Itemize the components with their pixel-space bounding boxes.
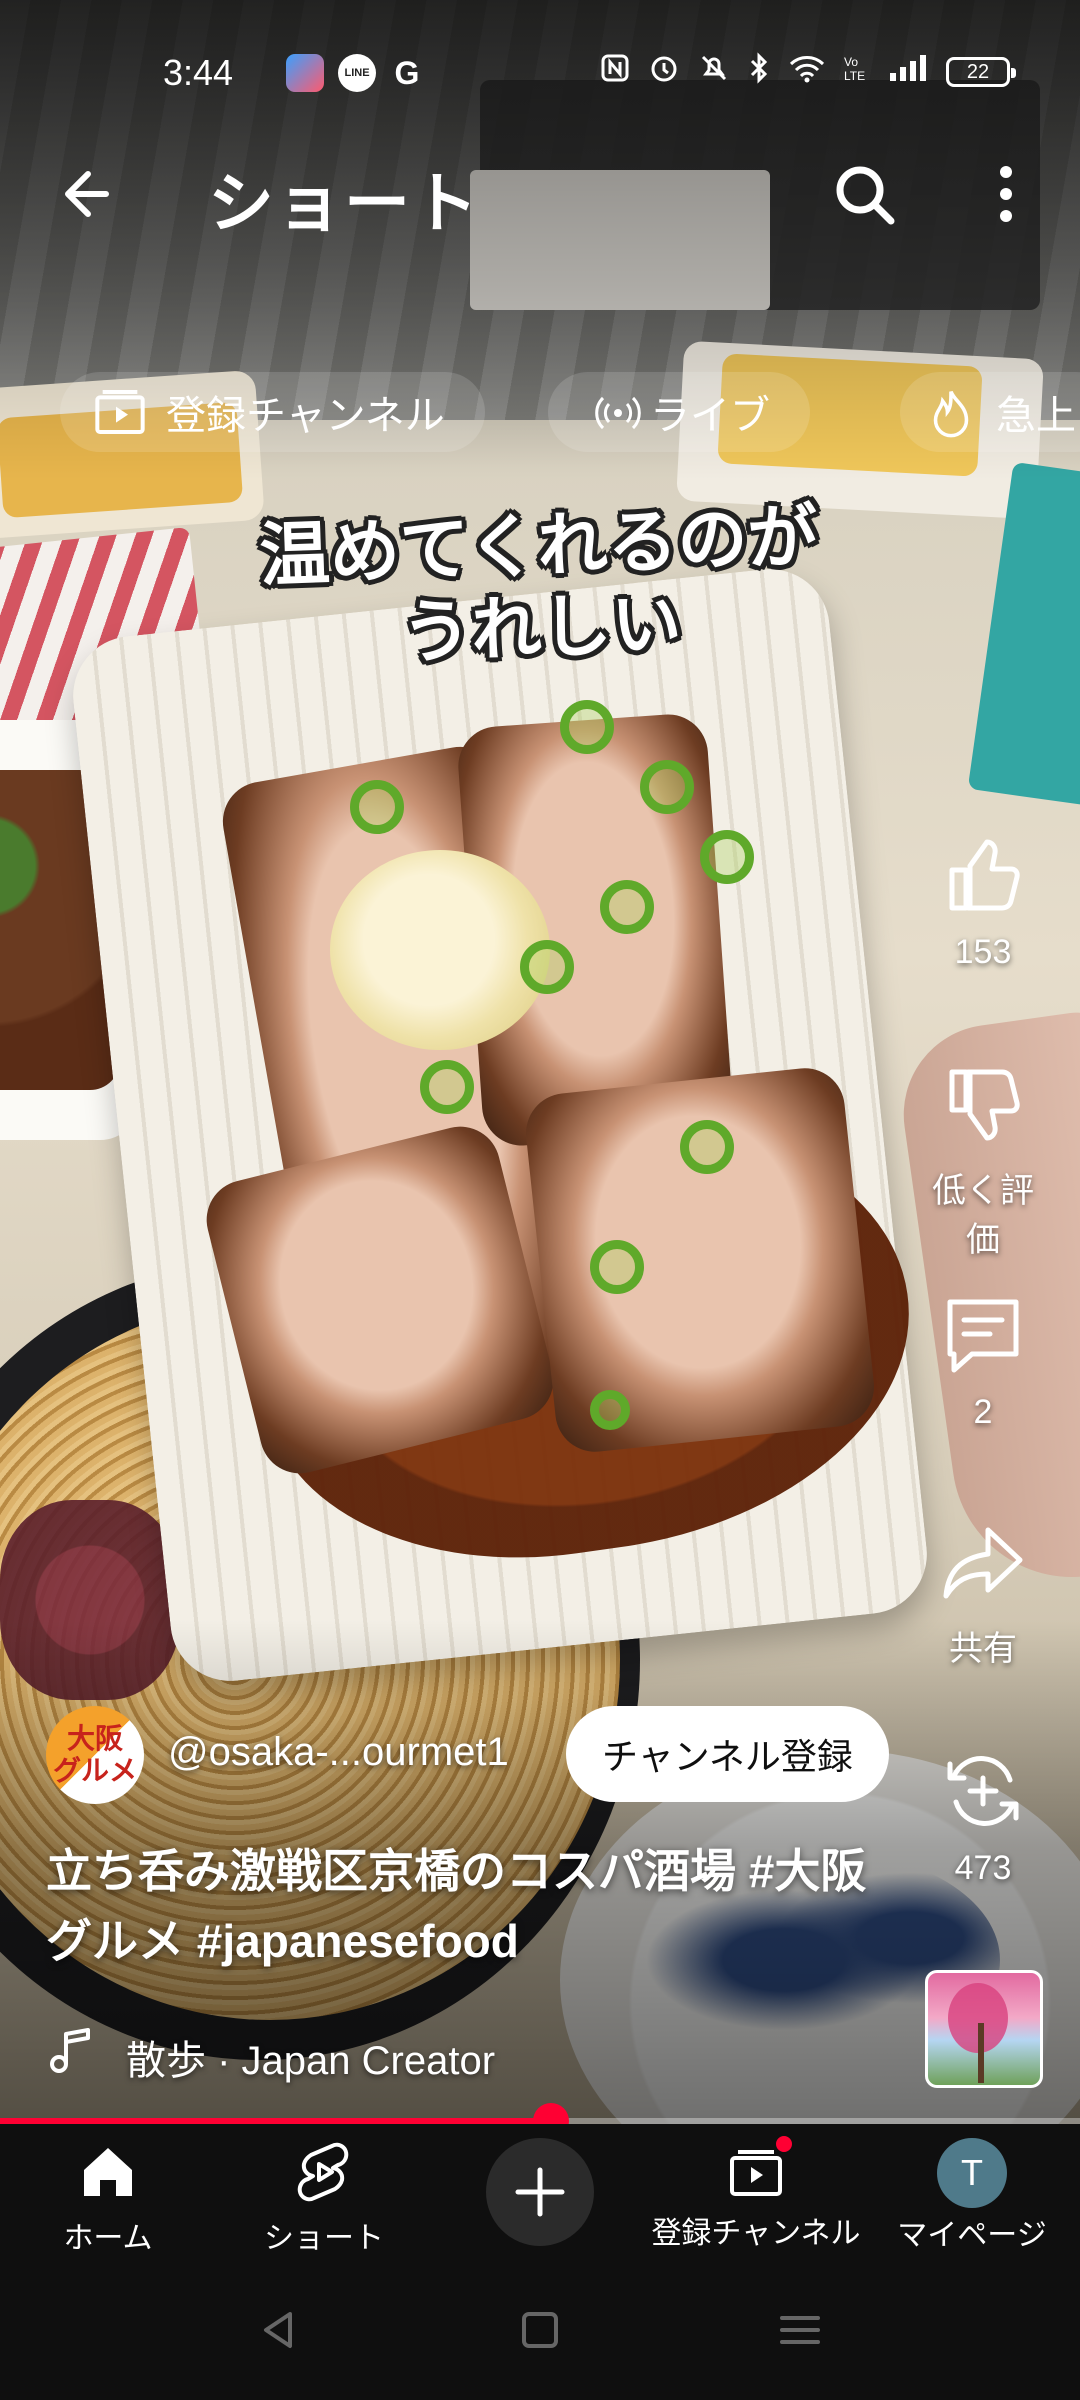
music-title: 散歩 · Japan Creator	[126, 2039, 496, 2083]
green-onion-image	[560, 700, 614, 754]
status-icons: Vo LTE 22	[600, 50, 1016, 94]
bluetooth-icon	[748, 52, 770, 92]
battery-indicator: 22	[946, 57, 1016, 87]
video-caption: 温めてくれるのが うれしい	[157, 492, 922, 682]
nav-label: ホーム	[63, 2222, 153, 2255]
green-onion-image	[640, 760, 694, 814]
home-icon	[84, 2148, 132, 2196]
shorts-icon	[297, 2142, 349, 2202]
nav-label: ショート	[264, 2222, 384, 2255]
music-note-icon	[50, 2028, 90, 2073]
green-onion-image	[600, 880, 654, 934]
green-onion-image	[700, 830, 754, 884]
avatar-text: 大阪	[66, 1723, 123, 1754]
wifi-icon	[788, 53, 826, 91]
nav-label: 登録チャンネル	[651, 2217, 861, 2250]
line-app-label: LINE	[344, 67, 370, 79]
trending-icon	[933, 390, 969, 438]
green-onion-image	[590, 1390, 630, 1430]
chip-label: 登録チャンネル	[166, 394, 445, 438]
create-button[interactable]	[486, 2138, 594, 2246]
mute-icon	[698, 52, 730, 92]
more-vert-icon	[1000, 166, 1012, 222]
dislike-label: 低く評価	[932, 1172, 1034, 1259]
like-count: 153	[954, 933, 1012, 971]
avatar-text: グルメ	[52, 1755, 137, 1786]
nav-label: マイページ	[897, 2219, 1047, 2252]
channel-row: 大阪 グルメ @osaka-...ourmet1 チャンネル登録	[46, 1700, 906, 1804]
map-app-icon	[286, 54, 324, 92]
chip-label: ライブ	[650, 394, 770, 438]
green-onion-image	[420, 1060, 474, 1114]
dislike-button[interactable]: 低く評価	[918, 1060, 1048, 1261]
like-button[interactable]: 153	[918, 830, 1048, 972]
green-onion-image	[350, 780, 404, 834]
system-home-icon[interactable]	[510, 2300, 570, 2360]
subscribe-label: チャンネル登録	[602, 1736, 853, 1777]
search-button[interactable]	[828, 158, 900, 230]
subscriptions-icon	[724, 2134, 794, 2204]
green-onion-image	[520, 940, 574, 994]
system-back-icon[interactable]	[250, 2300, 310, 2360]
comment-count: 2	[973, 1393, 993, 1431]
volte-icon: Vo LTE	[844, 52, 870, 92]
system-navigation-bar	[0, 2258, 1080, 2400]
nav-home[interactable]: ホーム	[0, 2124, 216, 2258]
page-title: ショート	[208, 166, 480, 240]
nfc-icon	[600, 53, 630, 91]
comment-icon	[947, 1299, 1019, 1373]
line-app-icon: LINE	[338, 54, 376, 92]
green-onion-image	[590, 1240, 644, 1294]
green-onion-image	[680, 1120, 734, 1174]
svg-text:Vo: Vo	[844, 55, 858, 69]
thumb-up-icon	[949, 839, 1020, 911]
grated-garlic-image	[330, 850, 550, 1050]
sound-thumbnail[interactable]	[925, 1970, 1043, 2088]
share-label: 共有	[949, 1630, 1017, 1668]
comments-button[interactable]: 2	[918, 1290, 1048, 1432]
top-app-bar: ショート	[0, 140, 1080, 240]
video-title[interactable]: 立ち呑み激戦区京橋のコスパ酒場 #大阪グルメ #japanesefood	[46, 1836, 906, 1976]
remix-count: 473	[954, 1849, 1012, 1887]
signal-icon	[888, 53, 928, 91]
search-icon	[836, 166, 895, 225]
svg-text:LTE: LTE	[844, 69, 865, 83]
back-arrow-icon	[65, 171, 109, 217]
thumb-down-icon	[949, 1069, 1020, 1141]
user-avatar: T	[937, 2138, 1007, 2208]
google-app-label: G	[394, 54, 420, 91]
chip-label: 急上	[996, 394, 1076, 438]
subscribe-button[interactable]: チャンネル登録	[566, 1706, 889, 1802]
share-icon	[943, 1527, 1023, 1599]
alarm-icon	[648, 52, 680, 92]
share-button[interactable]: 共有	[918, 1518, 1048, 1670]
status-time: 3:44	[163, 52, 234, 93]
chip-live[interactable]: ライブ	[548, 372, 810, 452]
nav-shorts[interactable]: ショート	[216, 2124, 432, 2258]
more-options-button[interactable]	[970, 158, 1042, 230]
status-bar: 3:44 LINE G Vo LTE 22	[0, 40, 1080, 104]
channel-handle[interactable]: @osaka-...ourmet1	[168, 1730, 509, 1775]
notification-dot	[774, 2134, 794, 2154]
channel-avatar[interactable]: 大阪 グルメ	[46, 1706, 144, 1804]
subscriptions-icon	[95, 390, 145, 434]
back-button[interactable]	[48, 158, 120, 230]
plus-icon	[515, 2167, 565, 2217]
battery-level: 22	[966, 60, 990, 83]
live-icon	[595, 396, 641, 430]
remix-button[interactable]: 473	[918, 1746, 1048, 1888]
chip-trending[interactable]: 急上	[900, 372, 1080, 452]
feed-chip-row: 登録チャンネル ライブ 急上	[0, 372, 1080, 452]
remix-icon	[947, 1756, 1019, 1826]
google-app-icon: G	[388, 54, 426, 92]
bottom-navigation: ホーム ショート 登録チャンネル T マイページ	[0, 2124, 1080, 2258]
system-menu-icon[interactable]	[770, 2300, 830, 2360]
nav-subscriptions[interactable]: 登録チャンネル	[648, 2124, 864, 2258]
chip-subscriptions[interactable]: 登録チャンネル	[60, 372, 485, 452]
nav-me[interactable]: T マイページ	[864, 2124, 1080, 2258]
music-row[interactable]: 散歩 · Japan Creator	[46, 2020, 846, 2083]
